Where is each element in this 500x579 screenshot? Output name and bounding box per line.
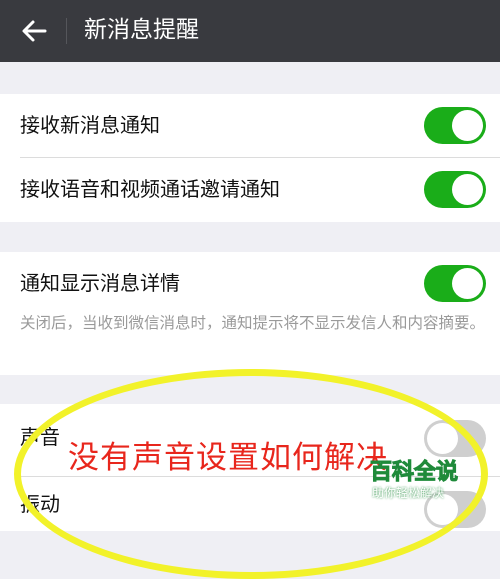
title-bar: 新消息提醒 [0, 0, 500, 62]
arrow-left-icon [22, 20, 47, 42]
receive-call-invite-label: 接收语音和视频通话邀请通知 [20, 177, 280, 201]
watermark-title: 百科全说 [369, 460, 459, 486]
page-title: 新消息提醒 [84, 17, 199, 43]
receive-call-invite-toggle[interactable] [424, 171, 486, 208]
overlay-question-text: 没有声音设置如何解决 [68, 440, 388, 476]
sound-label: 声音 [20, 425, 60, 449]
back-button[interactable] [14, 12, 54, 50]
toggle-knob [452, 268, 483, 299]
show-detail-description: 关闭后，当收到微信消息时，通知提示将不显示发信人和内容摘要。 [20, 314, 486, 332]
toggle-knob [452, 110, 483, 141]
notification-section: 接收新消息通知 接收语音和视频通话邀请通知 [0, 94, 500, 222]
receive-new-message-toggle[interactable] [424, 107, 486, 144]
title-divider [66, 18, 67, 44]
receive-call-invite-row[interactable]: 接收语音和视频通话邀请通知 [0, 158, 500, 222]
show-detail-toggle[interactable] [424, 265, 486, 302]
show-detail-label: 通知显示消息详情 [20, 271, 180, 295]
toggle-knob [452, 174, 483, 205]
receive-new-message-label: 接收新消息通知 [20, 113, 160, 137]
detail-section: 通知显示消息详情 关闭后，当收到微信消息时，通知提示将不显示发信人和内容摘要。 [0, 252, 500, 375]
vibrate-label: 振动 [20, 492, 60, 516]
show-detail-row[interactable]: 通知显示消息详情 [0, 252, 500, 316]
watermark-logo: 百科全说 助你轻松解决 [362, 450, 462, 510]
watermark-subtitle: 助你轻松解决 [372, 486, 445, 500]
receive-new-message-row[interactable]: 接收新消息通知 [0, 94, 500, 158]
